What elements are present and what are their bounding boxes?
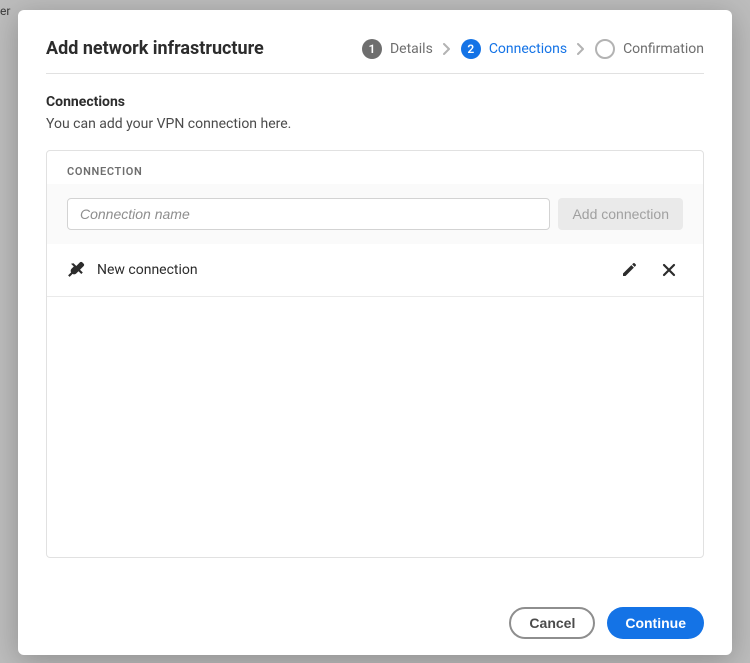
- connections-panel: CONNECTION Add connection New connection: [46, 150, 704, 558]
- step-number-icon: 2: [461, 39, 481, 59]
- step-details[interactable]: 1 Details: [362, 39, 433, 59]
- section-subtitle: You can add your VPN connection here.: [46, 116, 704, 132]
- wizard-stepper: 1 Details 2 Connections Confirmation: [362, 39, 704, 59]
- step-label: Details: [390, 41, 433, 57]
- connection-list-item: New connection: [47, 244, 703, 297]
- connection-name-input[interactable]: [67, 198, 550, 230]
- panel-heading: CONNECTION: [47, 151, 703, 184]
- step-number-icon: [595, 39, 615, 59]
- step-label: Connections: [489, 41, 567, 57]
- plug-icon: [67, 261, 85, 279]
- chevron-right-icon: [443, 43, 451, 55]
- section-title: Connections: [46, 94, 704, 110]
- step-confirmation[interactable]: Confirmation: [595, 39, 704, 59]
- chevron-right-icon: [577, 43, 585, 55]
- step-connections[interactable]: 2 Connections: [461, 39, 567, 59]
- cancel-button[interactable]: Cancel: [509, 607, 595, 639]
- connection-item-name: New connection: [97, 262, 198, 278]
- dialog-footer: Cancel Continue: [509, 607, 704, 639]
- connection-item-actions: [615, 256, 683, 284]
- pencil-icon: [621, 262, 637, 278]
- step-number-icon: 1: [362, 39, 382, 59]
- add-connection-row: Add connection: [47, 184, 703, 244]
- remove-connection-button[interactable]: [655, 256, 683, 284]
- dialog-title: Add network infrastructure: [46, 38, 264, 59]
- edit-connection-button[interactable]: [615, 256, 643, 284]
- continue-button[interactable]: Continue: [607, 607, 704, 639]
- background-text-fragment: er: [0, 4, 10, 18]
- connections-section-intro: Connections You can add your VPN connect…: [18, 74, 732, 132]
- connection-item-left: New connection: [67, 261, 198, 279]
- add-network-dialog: Add network infrastructure 1 Details 2 C…: [18, 10, 732, 655]
- dialog-header: Add network infrastructure 1 Details 2 C…: [18, 10, 732, 73]
- close-icon: [662, 263, 676, 277]
- add-connection-button[interactable]: Add connection: [558, 198, 683, 230]
- step-label: Confirmation: [623, 41, 704, 57]
